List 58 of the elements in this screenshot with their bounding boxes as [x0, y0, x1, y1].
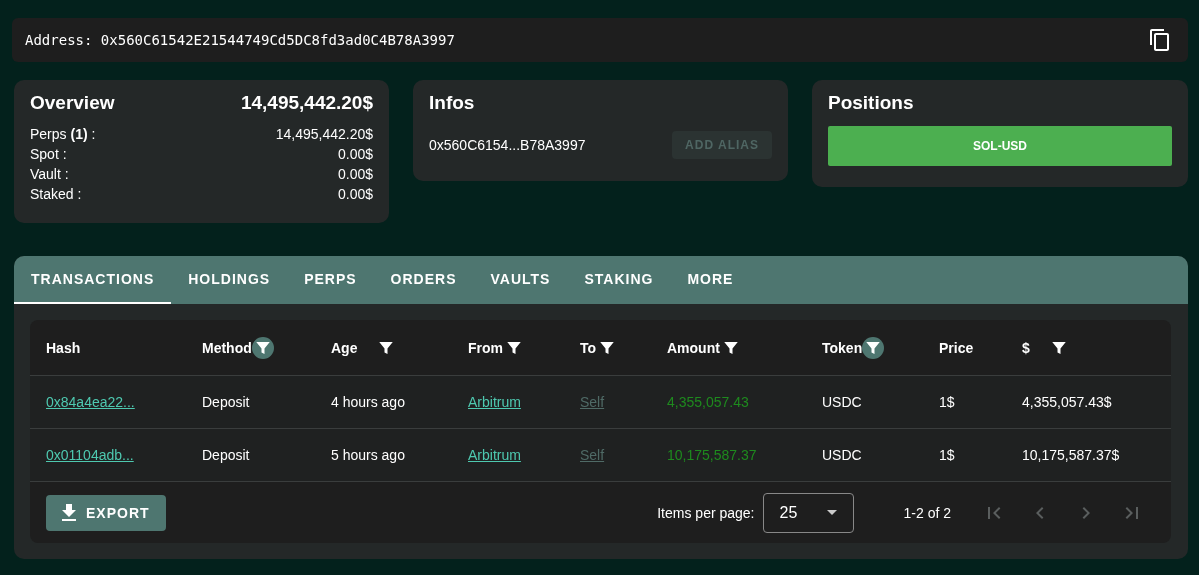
- table-cell: 4,355,057.43: [667, 394, 749, 410]
- column-header: Token: [822, 339, 863, 356]
- export-button[interactable]: EXPORT: [46, 494, 166, 531]
- table-link[interactable]: Arbitrum: [468, 394, 521, 410]
- address-text: Address: 0x560C61542E21544749Cd5DC8fd3ad0C4B78A3997: [25, 32, 455, 48]
- column-header: Price: [939, 339, 974, 356]
- table-link[interactable]: Self: [580, 447, 605, 463]
- column-header: Age: [331, 339, 358, 356]
- filter-icon[interactable]: [251, 336, 274, 359]
- tab[interactable]: HOLDINGS: [171, 256, 288, 304]
- tab[interactable]: VAULTS: [473, 256, 568, 304]
- card-title: Infos: [429, 92, 476, 114]
- short-address: 0x560C6154...B78A3997: [429, 137, 586, 153]
- balance-value: 0.00$: [337, 145, 373, 164]
- table-cell: 10,175,587.37$: [1022, 447, 1120, 463]
- table-cell: 4 hours ago: [331, 394, 405, 410]
- page-size-select[interactable]: 25: [762, 492, 854, 533]
- balance-value: 0.00$: [337, 165, 373, 184]
- tab[interactable]: STAKING: [567, 256, 671, 304]
- balance-value: 14,495,442.20$: [275, 125, 373, 144]
- copy-icon[interactable]: [1148, 28, 1172, 52]
- table-link[interactable]: Arbitrum: [468, 447, 521, 463]
- column-header: From: [468, 339, 503, 356]
- table-cell: 5 hours ago: [331, 447, 405, 463]
- tab[interactable]: MORE: [670, 256, 751, 304]
- table-cell: USDC: [822, 447, 862, 463]
- card-title: Overview: [30, 92, 115, 114]
- tab[interactable]: PERPS: [287, 256, 374, 304]
- table-cell: 4,355,057.43$: [1022, 394, 1112, 410]
- page-range: 1-2 of 2: [903, 504, 951, 521]
- table-link[interactable]: 0x01104adb...: [46, 447, 134, 463]
- balance-label: Vault :: [30, 165, 69, 184]
- balance-value: 0.00$: [337, 185, 373, 204]
- column-header: $: [1022, 339, 1030, 356]
- items-per-page-label: Items per page:: [657, 504, 755, 521]
- download-icon: [62, 504, 76, 521]
- column-header: Method: [202, 339, 252, 356]
- filter-icon[interactable]: [862, 336, 885, 359]
- table-cell: 1$: [939, 394, 955, 410]
- column-header: Amount: [667, 339, 720, 356]
- balance-label: Staked :: [30, 185, 82, 204]
- column-header: To: [580, 339, 597, 356]
- table-cell: 1$: [939, 447, 955, 463]
- dropdown-icon: [826, 510, 837, 515]
- table-cell: Deposit: [202, 394, 250, 410]
- table-link[interactable]: 0x84a4ea22...: [46, 394, 135, 410]
- total-value: 14,495,442.20$: [240, 92, 373, 114]
- position-button[interactable]: SOL-USD: [828, 126, 1172, 166]
- table-cell: 10,175,587.37: [667, 447, 757, 463]
- tab[interactable]: TRANSACTIONS: [14, 256, 172, 304]
- tab[interactable]: ORDERS: [373, 256, 474, 304]
- card-title: Positions: [828, 92, 915, 114]
- table-link[interactable]: Self: [580, 394, 605, 410]
- column-header: Hash: [46, 339, 81, 356]
- table-cell: Deposit: [202, 447, 250, 463]
- table-cell: USDC: [822, 394, 862, 410]
- balance-label: Spot :: [30, 145, 67, 164]
- balance-label: Perps (1) :: [30, 125, 96, 144]
